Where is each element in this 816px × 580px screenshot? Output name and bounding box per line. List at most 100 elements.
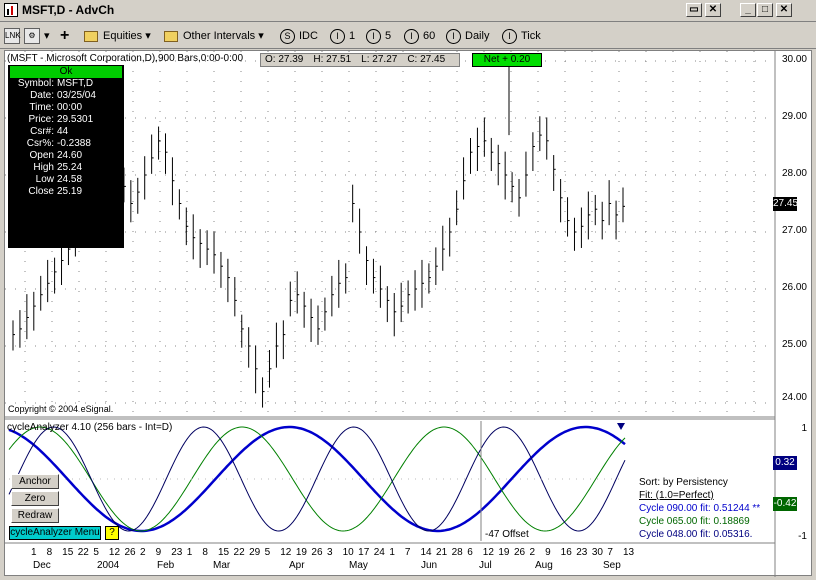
close-value: C: 27.45 [407,54,446,65]
x-axis-day-label: 13 [623,547,635,558]
x-axis-day-label: 28 [451,547,463,558]
ohlc-readout: O: 27.39 H: 27.51 L: 27.27 C: 27.45 [260,53,461,67]
x-axis-day-label: 19 [295,547,307,558]
x-axis-month-label: 2004 [97,560,120,571]
close-inner-icon[interactable]: ✕ [705,3,721,17]
x-axis-day-label: 19 [498,547,510,558]
x-axis-month-label: Jun [421,560,438,571]
equities-menu[interactable]: Equities ▾ [84,27,151,45]
interval-1[interactable]: I1 [330,27,355,45]
restore-inner-icon[interactable]: ▭ [686,3,702,17]
anchor-button[interactable]: Anchor [11,474,59,489]
x-axis-month-label: Dec [33,560,51,571]
sort-label: Sort: by Persistency [639,477,728,488]
add-icon[interactable]: + [60,27,69,45]
zero-button[interactable]: Zero [11,491,59,506]
data-window-value: 24.60 [57,150,83,161]
properties-icon[interactable]: ⚙ [24,28,40,44]
x-axis-day-label: 2 [140,547,146,558]
dropdown-arrow-icon[interactable]: ▾ [44,27,50,45]
data-window-value: MSFT,D [57,78,94,89]
link-icon[interactable]: LNK [4,28,21,44]
x-axis-day-label: 23 [171,547,183,558]
chart-area[interactable]: (MSFT - Microsoft Corporation,D),900 Bar… [4,50,812,577]
x-axis-day-label: 1 [31,547,37,558]
cursor-data-window: Ok Symbol: MSFT,D Date: 03/25/04 Time: 00:00 P… [8,65,124,248]
x-axis-day-label: 14 [420,547,432,558]
app-chart-icon [4,3,18,17]
data-window-value: 25.19 [57,186,83,197]
x-axis-day-label: 21 [436,547,448,558]
data-window-row: Open 24.60 [8,150,124,162]
data-window-key: Csr#: [30,126,54,137]
x-axis-day-label: 17 [358,547,370,558]
data-window-row: High 25.24 [8,162,124,174]
x-axis-day-label: 3 [327,547,333,558]
x-axis-day-label: 15 [62,547,74,558]
data-window-value: 03/25/04 [57,90,96,101]
x-axis-day-label: 30 [591,547,603,558]
redraw-button[interactable]: Redraw [11,508,59,523]
data-window-key: Csr%: [26,138,54,149]
x-axis-day-label: 26 [513,547,526,558]
data-window-key: High [33,162,54,173]
cycle-value-badge: -0.42 [773,497,797,511]
data-window-key: Time: [29,102,54,113]
osc-label-bottom: -1 [798,531,807,542]
x-axis-day-label: 22 [77,547,89,558]
price-label: 24.00 [781,392,807,403]
interval-daily[interactable]: I Daily [446,27,489,45]
title-bar: MSFT,D - AdvCh ▭ ✕ _ □ ✕ [0,0,816,22]
x-axis-day-label: 10 [342,547,354,558]
data-window-key: Date: [30,90,54,101]
interval-60[interactable]: I 60 [404,27,435,45]
data-window-value: 00:00 [57,102,83,113]
data-window-row: Csr%: -0.2388 [8,138,124,150]
price-label: 28.00 [781,168,807,179]
data-window-key: Symbol: [17,78,54,89]
x-axis-day-label: 12 [482,547,494,558]
interval-idc[interactable]: S IDC [280,27,318,45]
x-axis-month-label: May [349,560,368,571]
minimize-button[interactable]: _ [740,3,756,17]
x-axis-day-label: 29 [249,547,261,558]
open-value: O: 27.39 [265,54,304,65]
cycle-analyzer-menu-button[interactable]: cycleAnalyzer Menu [9,526,101,540]
data-window-key: Price: [28,114,54,125]
data-window-value: -0.2388 [57,138,91,149]
toolbar: LNK ⚙ ▾ + Equities ▾ Other Intervals ▾ S… [0,23,816,49]
x-axis-day-label: 9 [155,547,162,558]
x-axis-day-label: 22 [233,547,245,558]
cycle-90-entry: Cycle 090.00 fit: 0.51244 ** [639,503,761,514]
x-axis-month-label: Mar [213,560,231,571]
interval-5[interactable]: I5 [366,27,391,45]
interval-tick[interactable]: I Tick [502,27,541,45]
data-window-row: Date: 03/25/04 [8,90,124,102]
data-window-key: Open [29,150,54,161]
chart-header: (MSFT - Microsoft Corporation,D),900 Bar… [7,53,244,64]
x-axis-day-label: 7 [607,547,613,558]
x-axis-day-label: 8 [46,547,53,558]
close-button[interactable]: ✕ [776,3,792,17]
low-value: L: 27.27 [361,54,398,65]
x-axis-month-label: Apr [289,560,305,571]
x-axis-month-label: Jul [479,560,492,571]
help-button[interactable]: ? [105,526,119,540]
other-intervals-menu[interactable]: Other Intervals ▾ [164,27,264,45]
data-window-key: Low [35,174,54,185]
data-window-value: 24.58 [57,174,83,185]
status-badge: Ok [10,66,122,78]
x-axis-day-label: 7 [404,547,411,558]
maximize-button[interactable]: □ [757,3,773,17]
x-axis-month-label: Feb [157,560,175,571]
osc-label-top: 1 [801,423,807,434]
data-window-row: Low 24.58 [8,174,124,186]
x-axis-day-label: 9 [545,547,551,558]
high-value: H: 27.51 [313,54,352,65]
data-window-value: 25.24 [57,162,83,173]
price-label: 30.00 [781,54,807,65]
x-axis-day-label: 8 [202,547,208,558]
x-axis-day-label: 26 [124,547,136,558]
cycle-analyzer-title: cycleAnalyzer 4.10 (256 bars - Int=D) [7,422,173,433]
x-axis-day-label: 5 [93,547,99,558]
